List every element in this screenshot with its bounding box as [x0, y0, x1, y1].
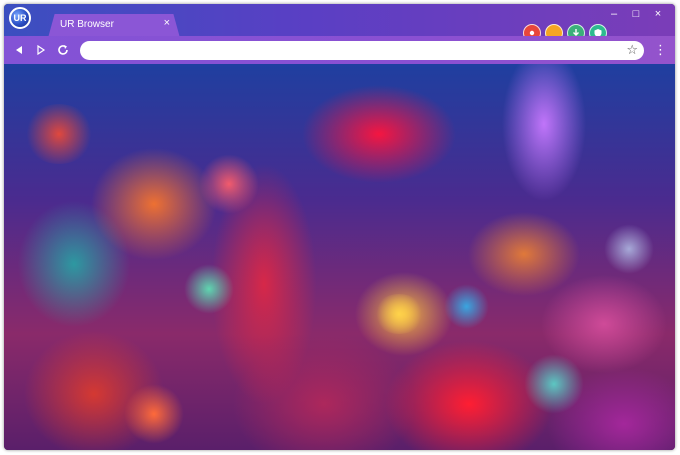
photo-detail [604, 224, 654, 274]
tab-title: UR Browser [60, 19, 114, 30]
star-icon[interactable]: ☆ [626, 42, 638, 58]
close-button[interactable]: × [653, 8, 663, 20]
browser-window: UR UR Browser × – □ × ☆ ⋮ [4, 4, 675, 450]
maximize-button[interactable]: □ [631, 8, 641, 20]
photo-detail [374, 294, 424, 334]
photo-detail [444, 284, 489, 329]
photo-detail [199, 154, 259, 214]
tab-close-icon[interactable]: × [164, 17, 170, 29]
page-content-photo [4, 64, 675, 450]
back-arrow-icon[interactable] [10, 41, 28, 59]
ur-browser-logo-icon[interactable]: UR [9, 7, 31, 29]
minimize-button[interactable]: – [609, 8, 619, 20]
address-input[interactable] [90, 43, 614, 60]
reload-icon[interactable] [54, 41, 72, 59]
photo-detail [184, 264, 234, 314]
address-bar[interactable]: ☆ [80, 41, 644, 60]
forward-arrow-icon[interactable] [32, 41, 50, 59]
tab-ur-browser[interactable]: UR Browser × [48, 14, 180, 38]
photo-detail [24, 104, 94, 164]
navigation-toolbar: ☆ ⋮ [4, 36, 675, 64]
photo-detail [524, 354, 584, 414]
window-controls: – □ × [609, 8, 663, 20]
vertical-dots-icon[interactable]: ⋮ [654, 41, 667, 59]
photo-detail [124, 384, 184, 444]
titlebar: UR UR Browser × – □ × [4, 4, 675, 42]
